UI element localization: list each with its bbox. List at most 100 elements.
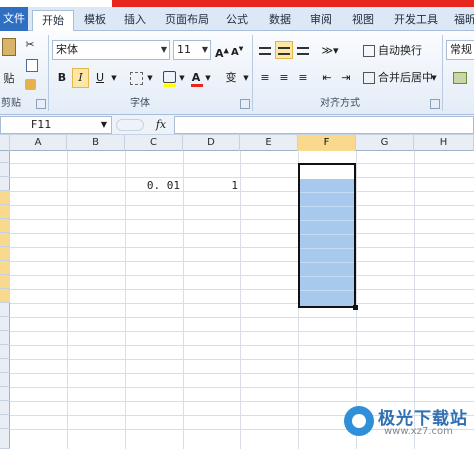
row-header[interactable]: [0, 317, 10, 331]
row-header[interactable]: [0, 401, 10, 415]
row-header[interactable]: [0, 163, 10, 177]
column-header-a[interactable]: A: [10, 135, 67, 151]
cell-d3[interactable]: 1: [184, 179, 238, 193]
insert-function-icon[interactable]: fx: [150, 117, 172, 133]
chevron-down-icon[interactable]: ▼: [202, 41, 208, 59]
column-header-d[interactable]: D: [183, 135, 240, 151]
align-middle-icon: [278, 47, 290, 55]
row-header[interactable]: [0, 345, 10, 359]
copy-button[interactable]: [20, 55, 44, 73]
font-name-combo[interactable]: 宋体 ▼: [52, 40, 170, 60]
font-launcher-icon[interactable]: [240, 99, 250, 109]
row-header[interactable]: [0, 359, 10, 373]
merge-center-button[interactable]: 合并后居中: [360, 68, 438, 86]
clipboard-icon: [2, 38, 16, 56]
wrap-text-button[interactable]: 自动换行: [360, 41, 438, 59]
format-painter-button[interactable]: [20, 75, 40, 93]
row-header[interactable]: [0, 261, 10, 275]
row-header[interactable]: [0, 415, 10, 429]
orientation-button[interactable]: ≫▾: [318, 41, 342, 59]
decrease-indent-button[interactable]: ⇤: [318, 68, 336, 86]
clipboard-launcher-icon[interactable]: [36, 99, 46, 109]
tab-page-layout[interactable]: 页面布局: [162, 10, 212, 31]
tab-developer[interactable]: 开发工具: [390, 10, 442, 31]
column-header-b[interactable]: B: [67, 135, 125, 151]
tab-insert[interactable]: 插入: [120, 10, 150, 31]
chevron-down-icon[interactable]: ▼: [146, 68, 154, 88]
phonetic-button[interactable]: 变: [220, 68, 242, 88]
formula-splitter[interactable]: [116, 119, 144, 131]
grid-line: [10, 177, 474, 178]
row-header[interactable]: [0, 247, 10, 261]
increase-indent-button[interactable]: ⇥: [337, 68, 355, 86]
underline-button[interactable]: U: [91, 68, 109, 88]
row-header[interactable]: [0, 151, 10, 163]
italic-button[interactable]: I: [72, 68, 89, 88]
wrap-text-label: 自动换行: [378, 44, 422, 57]
align-left-button[interactable]: ≡: [256, 68, 274, 86]
row-header[interactable]: [0, 331, 10, 345]
column-header-g[interactable]: G: [356, 135, 414, 151]
ribbon-tab-bar: 文件 开始 模板 插入 页面布局 公式 数据 审阅 视图 开发工具 福昕: [0, 7, 474, 33]
paste-button[interactable]: 贴: [0, 35, 18, 91]
align-top-button[interactable]: [256, 41, 274, 59]
shrink-font-icon: A▼: [231, 46, 244, 59]
fill-handle[interactable]: [353, 305, 358, 310]
column-header-c[interactable]: C: [125, 135, 183, 151]
row-header[interactable]: [0, 219, 10, 233]
chevron-down-icon[interactable]: ▼: [161, 41, 167, 59]
row-header[interactable]: [0, 289, 10, 303]
row-header[interactable]: [0, 429, 10, 449]
column-header-h[interactable]: H: [414, 135, 474, 151]
column-header-f[interactable]: F: [298, 135, 356, 151]
font-color-button[interactable]: A: [188, 68, 204, 88]
column-header-e[interactable]: E: [240, 135, 298, 151]
name-box[interactable]: F11 ▼: [0, 116, 112, 134]
tab-file[interactable]: 文件: [0, 7, 28, 31]
borders-button[interactable]: [126, 68, 146, 88]
number-format-combo[interactable]: 常规: [446, 40, 474, 60]
grid-line: [10, 359, 474, 360]
row-header[interactable]: [0, 387, 10, 401]
row-header[interactable]: [0, 373, 10, 387]
ribbon-separator: [48, 35, 49, 111]
align-bottom-button[interactable]: [294, 41, 312, 59]
row-header[interactable]: [0, 233, 10, 247]
bold-button[interactable]: B: [54, 68, 70, 88]
row-header[interactable]: [0, 191, 10, 205]
align-right-button[interactable]: ≡: [294, 68, 312, 86]
row-header[interactable]: [0, 275, 10, 289]
shrink-font-button[interactable]: A▼: [230, 40, 244, 60]
alignment-launcher-icon[interactable]: [430, 99, 440, 109]
tab-review[interactable]: 审阅: [306, 10, 336, 31]
cut-button[interactable]: ✂: [20, 35, 40, 53]
chevron-down-icon[interactable]: ▼: [110, 68, 118, 88]
tab-template[interactable]: 模板: [80, 10, 110, 31]
chevron-down-icon[interactable]: ▼: [430, 68, 438, 86]
row-header[interactable]: [0, 177, 10, 191]
font-size-combo[interactable]: 11 ▼: [173, 40, 211, 60]
chevron-down-icon[interactable]: ▼: [178, 68, 186, 88]
row-header[interactable]: [0, 303, 10, 317]
formula-input[interactable]: [174, 116, 474, 134]
chevron-down-icon[interactable]: ▼: [242, 68, 250, 88]
accounting-format-button[interactable]: [446, 68, 474, 86]
chevron-down-icon[interactable]: ▼: [101, 117, 107, 133]
selected-range[interactable]: [298, 163, 356, 308]
tab-foxit[interactable]: 福昕: [450, 10, 474, 31]
row-header[interactable]: [0, 205, 10, 219]
grid-line: [67, 151, 68, 449]
tab-formulas[interactable]: 公式: [222, 10, 252, 31]
align-middle-button[interactable]: [275, 41, 293, 59]
chevron-down-icon[interactable]: ▼: [204, 68, 212, 88]
fill-color-button[interactable]: [160, 68, 178, 88]
tab-home[interactable]: 开始: [32, 10, 74, 33]
cell-c3[interactable]: 0. 01: [126, 179, 180, 193]
select-all-corner[interactable]: [0, 135, 10, 151]
orientation-icon: ≫▾: [321, 44, 339, 57]
tab-data[interactable]: 数据: [265, 10, 295, 31]
grow-font-button[interactable]: A▲: [214, 40, 229, 60]
brush-icon: [24, 79, 36, 90]
tab-view[interactable]: 视图: [348, 10, 378, 31]
align-center-button[interactable]: ≡: [275, 68, 293, 86]
